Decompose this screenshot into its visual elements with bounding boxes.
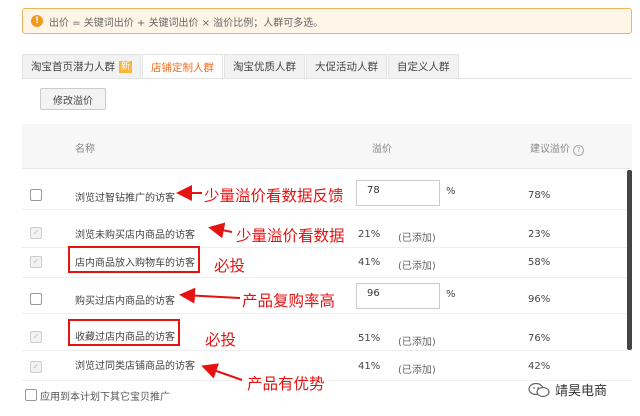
suggested-premium: 42% [528, 361, 551, 372]
tab-custom-crowd[interactable]: 自定义人群 [388, 54, 459, 78]
premium-input[interactable]: 78 [356, 180, 440, 206]
help-icon[interactable]: ? [573, 145, 585, 156]
premium-value: 21% [358, 229, 381, 240]
highlight-box [68, 319, 180, 346]
apply-all-label: 应用到本计划下其它宝贝推广 [40, 392, 170, 403]
tab-label: 大促活动人群 [315, 61, 379, 73]
tab-label: 淘宝首页潜力人群 [31, 61, 115, 73]
watermark: 靖昊电商 [528, 380, 607, 399]
percent-unit: % [446, 289, 456, 300]
column-header-name: 名称 [75, 144, 95, 155]
premium-value: 41% [358, 361, 381, 372]
row-checkbox-disabled: ✓ [30, 331, 42, 343]
crowd-name: 浏览过同类店铺商品的访客 [75, 361, 195, 372]
column-header-suggest: 建议溢价 ? [530, 140, 585, 156]
tab-store-custom[interactable]: 店铺定制人群 [142, 54, 224, 79]
edit-premium-button[interactable]: 修改溢价 [40, 88, 106, 110]
highlight-box [68, 246, 200, 273]
suggest-label: 建议溢价 [530, 144, 570, 155]
suggested-premium: 76% [528, 333, 551, 344]
row-checkbox-disabled: ✓ [30, 256, 42, 268]
annotation-text: 少量溢价看数据 [236, 227, 345, 245]
wechat-icon [528, 382, 550, 397]
row-checkbox[interactable] [30, 189, 42, 201]
row-checkbox-disabled: ✓ [30, 227, 42, 239]
tab-label: 自定义人群 [397, 61, 450, 73]
annotation-text: 必投 [214, 257, 246, 275]
premium-value: 41% [358, 257, 381, 268]
column-header-premium: 溢价 [372, 144, 392, 155]
added-status: (已添加) [398, 337, 436, 348]
suggested-premium: 96% [528, 294, 551, 305]
new-badge: 新 [119, 60, 133, 73]
tab-homepage-potential[interactable]: 淘宝首页潜力人群 新 [22, 54, 142, 78]
watermark-text: 靖昊电商 [555, 384, 608, 399]
apply-all-checkbox[interactable] [25, 389, 37, 401]
crowd-name: 浏览未购买店内商品的访客 [75, 230, 195, 241]
annotation-text: 产品有优势 [247, 375, 325, 393]
tab-bar: 淘宝首页潜力人群 新 店铺定制人群 淘宝优质人群 大促活动人群 自定义人群 [22, 54, 460, 79]
row-checkbox[interactable] [30, 293, 42, 305]
tab-label: 淘宝优质人群 [233, 61, 297, 73]
premium-input[interactable]: 96 [356, 283, 440, 309]
annotation-text: 产品复购率高 [242, 292, 336, 310]
added-status: (已添加) [398, 365, 436, 376]
tab-label: 店铺定制人群 [151, 61, 215, 74]
annotation-text: 少量溢价看数据反馈 [204, 187, 344, 205]
suggested-premium: 78% [528, 190, 551, 201]
crowd-name: 浏览过智钻推广的访客 [75, 193, 175, 204]
premium-value: 51% [358, 333, 381, 344]
row-checkbox-disabled: ✓ [30, 361, 42, 373]
crowd-name: 购买过店内商品的访客 [75, 296, 175, 307]
added-status: (已添加) [398, 233, 436, 244]
warning-icon: ! [31, 15, 43, 27]
annotation-text: 必投 [205, 331, 237, 349]
suggested-premium: 58% [528, 257, 551, 268]
notice-text: 出价 = 关键词出价 + 关键词出价 × 溢价比例；人群可多选。 [49, 17, 324, 29]
percent-unit: % [446, 186, 456, 197]
notice-bar: ! 出价 = 关键词出价 + 关键词出价 × 溢价比例；人群可多选。 [22, 8, 632, 34]
added-status: (已添加) [398, 261, 436, 272]
tab-promotion-crowd[interactable]: 大促活动人群 [306, 54, 388, 78]
tab-quality-crowd[interactable]: 淘宝优质人群 [224, 54, 306, 78]
scrollbar[interactable] [627, 170, 632, 350]
suggested-premium: 23% [528, 229, 551, 240]
